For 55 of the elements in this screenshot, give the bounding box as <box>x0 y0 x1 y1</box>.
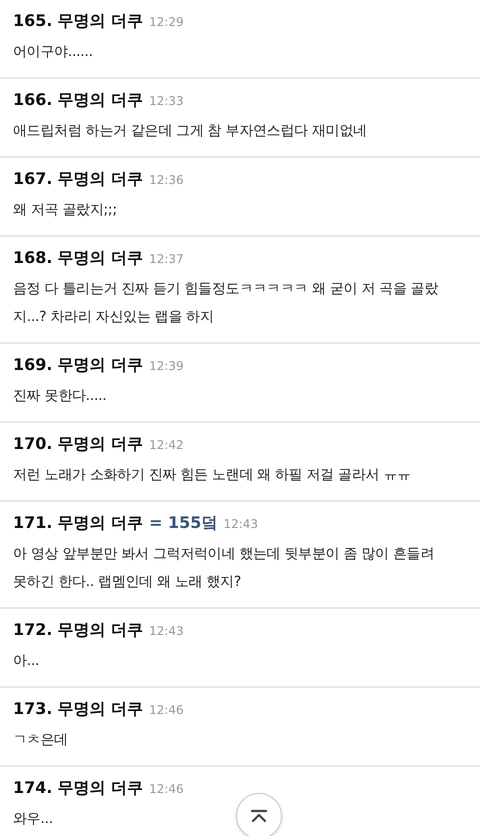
separator-dot: . <box>46 355 52 374</box>
comment-text: 아... <box>13 652 40 671</box>
comment-text: 못하긴 한다.. 랩멤인데 왜 노래 했지? <box>13 573 241 592</box>
comment-number: 173 <box>13 699 46 718</box>
separator-dot: . <box>46 620 52 639</box>
reply-link[interactable]: = 155덬 <box>149 513 218 534</box>
comment-number: 172 <box>13 620 46 639</box>
comment-number: 168 <box>13 248 46 267</box>
comment-time: 12:43 <box>149 624 184 638</box>
comment-time: 12:46 <box>149 782 184 796</box>
author-name: 무명의 더쿠 <box>57 11 144 32</box>
comment-text: 어이구야...... <box>13 43 93 62</box>
comment-time: 12:39 <box>149 359 184 373</box>
comment-text: 저런 노래가 소화하기 진짜 힘든 노랜데 왜 하필 저걸 골라서 ㅠㅠ <box>13 466 411 485</box>
scroll-top-icon <box>250 809 268 823</box>
comment-text: 음정 다 틀리는거 진짜 듣기 힘들정도ㅋㅋㅋㅋㅋ 왜 굳이 저 곡을 골랐 <box>13 280 438 299</box>
author-name: 무명의 더쿠 <box>57 513 144 534</box>
comment-text: 아 영상 앞부분만 봐서 그럭저럭이네 했는데 뒷부분이 좀 많이 흔들려 <box>13 545 434 564</box>
author-name: 무명의 더쿠 <box>57 90 144 111</box>
author-name: 무명의 더쿠 <box>57 699 144 720</box>
comment-time: 12:29 <box>149 15 184 29</box>
scroll-top-button[interactable] <box>236 793 282 836</box>
comment-time: 12:42 <box>149 438 184 452</box>
separator-dot: . <box>46 11 52 30</box>
separator-dot: . <box>46 699 52 718</box>
author-name: 무명의 더쿠 <box>57 355 144 376</box>
comment-number: 165 <box>13 11 46 30</box>
comment-text: ㄱㅊ은데 <box>13 731 68 750</box>
comment-number: 170 <box>13 434 46 453</box>
author-name: 무명의 더쿠 <box>57 248 144 269</box>
separator-dot: . <box>46 90 52 109</box>
comment-number: 171 <box>13 513 46 532</box>
author-name: 무명의 더쿠 <box>57 778 144 799</box>
comment-number: 166 <box>13 90 46 109</box>
comment-time: 12:43 <box>223 517 258 531</box>
separator-dot: . <box>46 513 52 532</box>
comment-text: 진짜 못한다..... <box>13 387 106 406</box>
separator-dot: . <box>46 778 52 797</box>
author-name: 무명의 더쿠 <box>57 434 144 455</box>
comment-number: 167 <box>13 169 46 188</box>
comment-number: 174 <box>13 778 46 797</box>
comment-time: 12:37 <box>149 252 184 266</box>
separator-dot: . <box>46 248 52 267</box>
comment-time: 12:33 <box>149 94 184 108</box>
comment-text: 왜 저곡 골랐지;;; <box>13 201 117 220</box>
comment-time: 12:36 <box>149 173 184 187</box>
comment-text: 와우... <box>13 810 53 829</box>
comment-number: 169 <box>13 355 46 374</box>
author-name: 무명의 더쿠 <box>57 620 144 641</box>
comment-time: 12:46 <box>149 703 184 717</box>
author-name: 무명의 더쿠 <box>57 169 144 190</box>
comment-text: 애드립처럼 하는거 같은데 그게 참 부자연스럽다 재미없네 <box>13 122 367 141</box>
comment-text: 지...? 차라리 자신있는 랩을 하지 <box>13 308 214 327</box>
separator-dot: . <box>46 169 52 188</box>
separator-dot: . <box>46 434 52 453</box>
